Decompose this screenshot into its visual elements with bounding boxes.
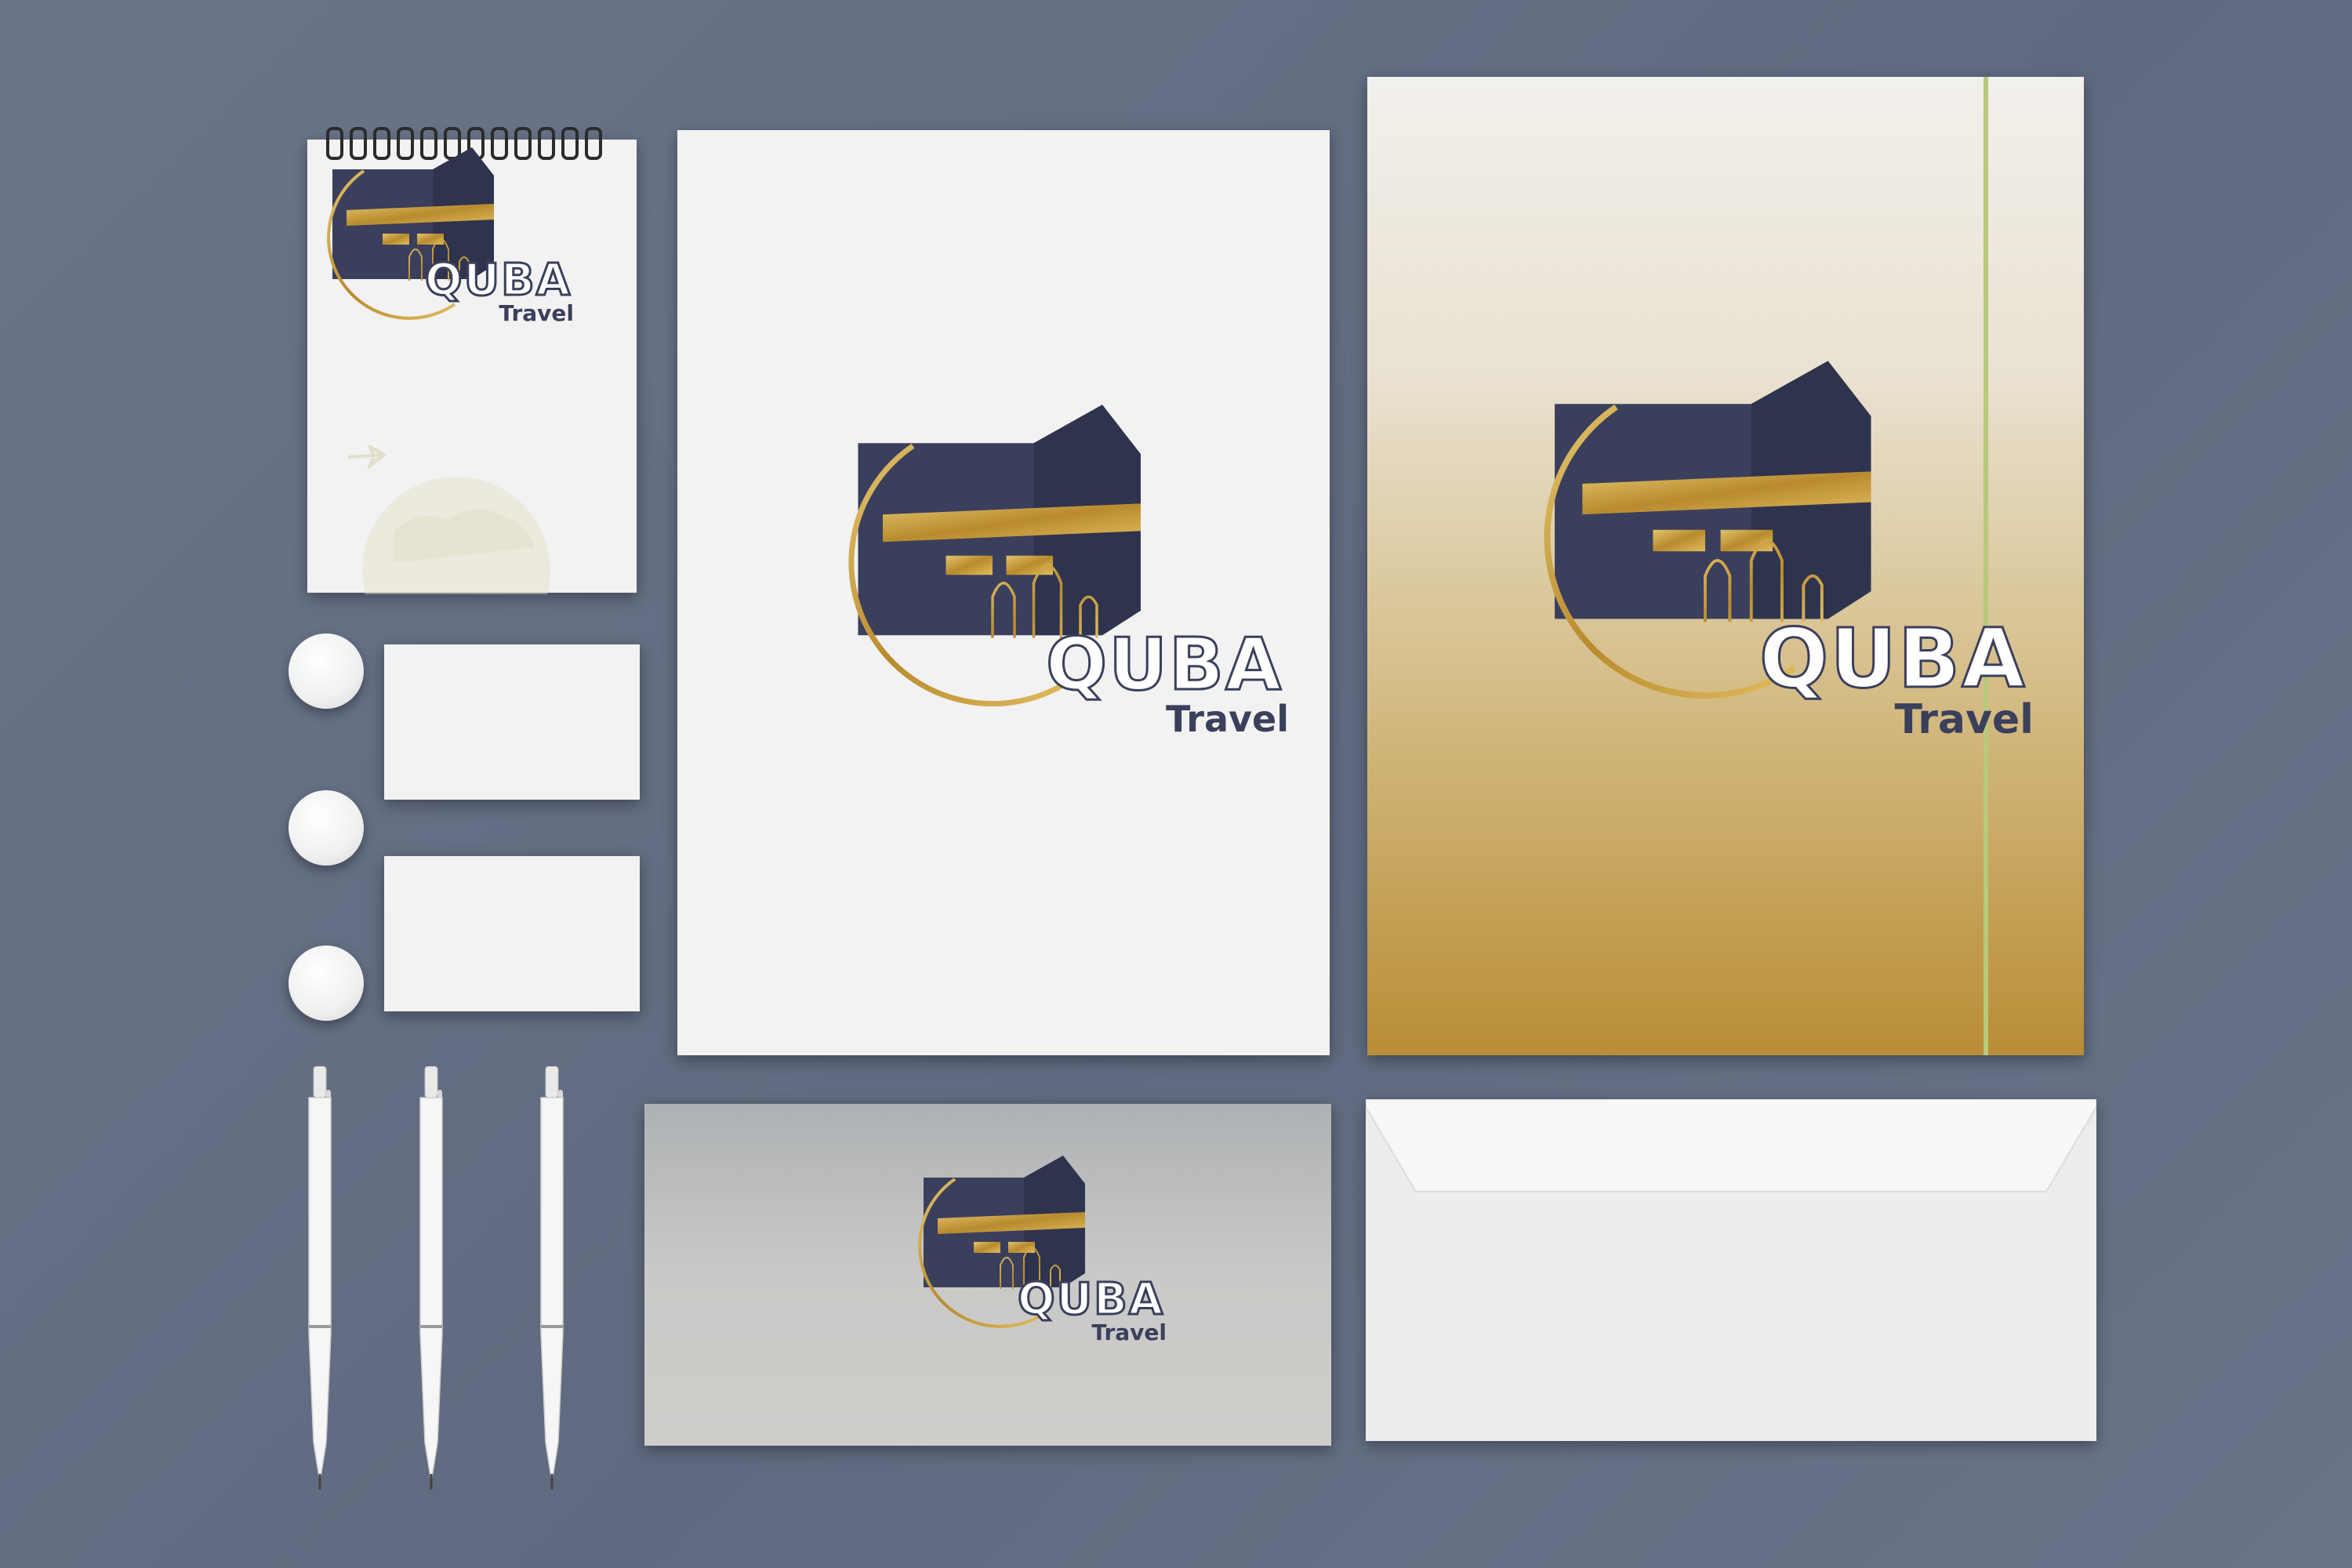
brand-tagline: Travel bbox=[499, 300, 574, 326]
airplane-icon bbox=[347, 445, 386, 469]
pen-icon bbox=[414, 1066, 448, 1490]
envelope bbox=[1366, 1099, 2096, 1441]
envelope-flap bbox=[1366, 1099, 2096, 1192]
notepad: QUBA Travel bbox=[307, 127, 637, 594]
pen-icon bbox=[303, 1066, 337, 1490]
brand-name: QUBA bbox=[1017, 1274, 1165, 1325]
brand-wordmark: QUBA Travel bbox=[1045, 622, 1290, 737]
folder-elastic-band bbox=[1984, 77, 1988, 1055]
brand-tagline: Travel bbox=[1091, 1319, 1167, 1345]
brand-wordmark: QUBA Travel bbox=[1017, 1274, 1167, 1345]
brand-name: QUBA bbox=[1759, 611, 2027, 706]
brand-name: QUBA bbox=[1045, 622, 1283, 706]
button-badge-1 bbox=[289, 633, 364, 709]
brand-wordmark: QUBA Travel bbox=[1759, 611, 2034, 741]
compliment-card: QUBA Travel bbox=[644, 1104, 1331, 1446]
brand-wordmark: QUBA Travel bbox=[424, 255, 575, 326]
business-card-1 bbox=[384, 644, 640, 800]
business-card-2 bbox=[384, 856, 640, 1011]
letterhead: QUBA Travel bbox=[677, 130, 1330, 1055]
presentation-folder: QUBA Travel bbox=[1367, 77, 2084, 1055]
button-badge-2 bbox=[289, 790, 364, 866]
button-badge-3 bbox=[289, 946, 364, 1021]
brand-name: QUBA bbox=[424, 255, 572, 306]
pen-icon bbox=[535, 1066, 569, 1490]
